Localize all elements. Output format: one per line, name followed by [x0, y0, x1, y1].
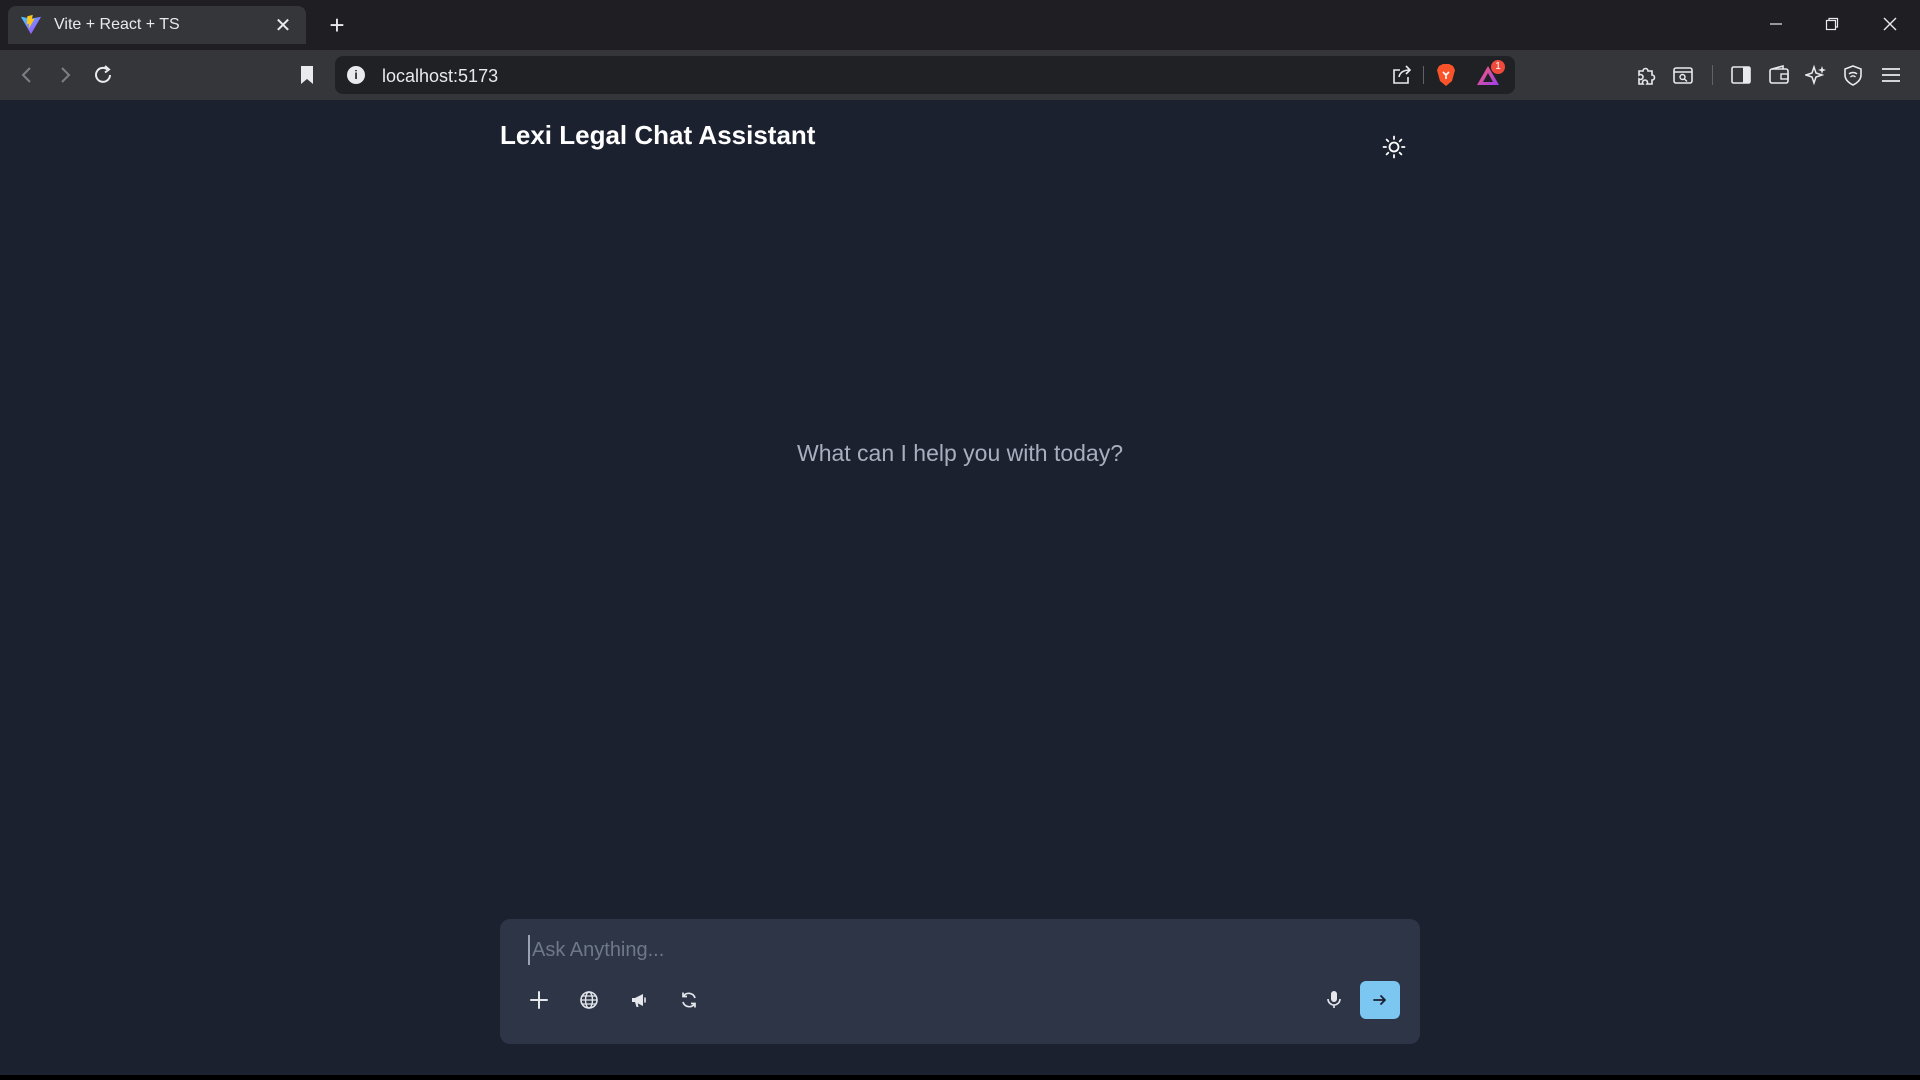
toolbar-divider [1712, 65, 1713, 85]
sparkle-icon [1805, 64, 1826, 86]
page-search-icon [1673, 67, 1693, 84]
wallet-icon [1769, 64, 1789, 84]
minimize-button[interactable] [1756, 8, 1796, 40]
new-tab-button[interactable]: + [322, 10, 352, 40]
address-bar[interactable]: i localhost:5173 1 [335, 56, 1515, 94]
chat-composer [500, 919, 1420, 1044]
reload-button[interactable] [88, 60, 118, 90]
megaphone-icon [632, 994, 646, 1007]
chevron-right-icon [61, 67, 71, 83]
web-search-button[interactable] [572, 983, 606, 1017]
sun-icon [1382, 135, 1406, 159]
brave-rewards-button[interactable]: 1 [1475, 60, 1505, 88]
theme-toggle-button[interactable] [1380, 133, 1408, 161]
browser-toolbar: i localhost:5173 1 [0, 50, 1920, 100]
share-button[interactable] [1389, 62, 1415, 88]
refresh-icon [682, 992, 696, 1008]
minimize-icon [1770, 23, 1782, 25]
vite-logo-icon [20, 14, 42, 35]
restore-button[interactable] [1812, 8, 1852, 40]
bookmark-icon [301, 66, 313, 84]
browser-tab[interactable]: Vite + React + TS ✕ [8, 6, 306, 44]
back-button[interactable] [12, 60, 42, 90]
send-button[interactable] [1360, 981, 1400, 1019]
close-window-button[interactable] [1870, 8, 1910, 40]
sidebar-toggle-button[interactable] [1728, 62, 1754, 88]
omnibox-divider [1423, 66, 1424, 84]
plus-icon [530, 991, 548, 1009]
puzzle-icon [1638, 67, 1656, 85]
brave-lion-icon [1437, 64, 1455, 86]
announce-button[interactable] [622, 983, 656, 1017]
add-attachment-button[interactable] [522, 983, 556, 1017]
share-icon [1393, 65, 1412, 84]
chat-input[interactable] [528, 935, 1388, 965]
sidebar-icon [1731, 66, 1751, 84]
extensions-button[interactable] [1633, 62, 1659, 88]
brave-shields-button[interactable] [1433, 62, 1459, 88]
vpn-button[interactable] [1840, 62, 1866, 88]
globe-icon [580, 991, 598, 1009]
app-page: Lexi Legal Chat Assistant What can I hel… [0, 100, 1920, 1075]
taskbar-edge [0, 1075, 1920, 1080]
bookmark-button[interactable] [292, 60, 322, 90]
hamburger-menu-icon [1882, 68, 1900, 82]
voice-input-button[interactable] [1317, 983, 1351, 1017]
app-title: Lexi Legal Chat Assistant [500, 120, 816, 150]
regenerate-button[interactable] [672, 983, 706, 1017]
notification-badge: 1 [1491, 60, 1505, 74]
address-url[interactable]: localhost:5173 [382, 66, 498, 87]
close-icon [1883, 17, 1897, 31]
chevron-left-icon [21, 67, 31, 83]
mic-icon [1327, 991, 1341, 1008]
leo-ai-button[interactable] [1803, 62, 1829, 88]
site-info-icon[interactable]: i [347, 66, 365, 84]
wallet-button[interactable] [1766, 62, 1792, 88]
tab-close-icon[interactable]: ✕ [272, 13, 294, 38]
arrow-right-icon [1373, 995, 1386, 1005]
browser-tab-bar: Vite + React + TS ✕ + [0, 0, 1920, 50]
browser-menu-button[interactable] [1878, 62, 1904, 88]
tab-title: Vite + React + TS [54, 16, 180, 33]
reload-icon [95, 65, 111, 83]
welcome-message: What can I help you with today? [796, 440, 1124, 466]
find-in-page-button[interactable] [1670, 62, 1696, 88]
restore-icon [1825, 17, 1839, 31]
shield-icon [1844, 65, 1862, 86]
forward-button[interactable] [50, 60, 80, 90]
